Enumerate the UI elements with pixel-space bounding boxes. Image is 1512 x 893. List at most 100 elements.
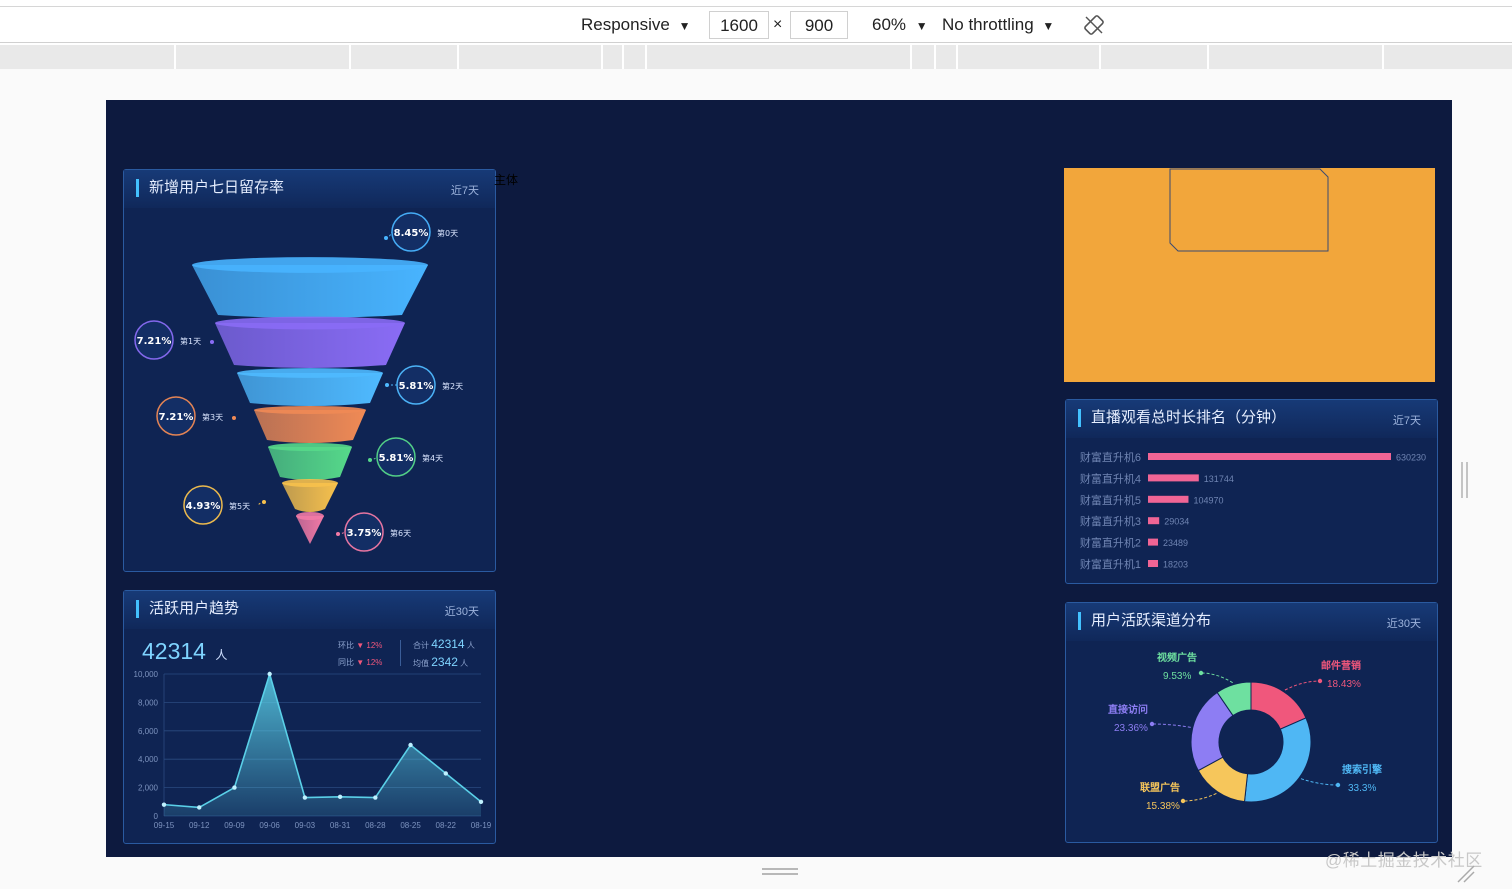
donut-value-0: 18.43%: [1327, 679, 1361, 690]
trend-x-tick: 09-06: [259, 821, 280, 830]
retention-day-1: 第1天: [180, 336, 201, 346]
trend-point: [232, 785, 237, 790]
trend-point: [267, 671, 272, 677]
funnel-layer-1: [215, 323, 405, 368]
rotate-icon[interactable]: [1083, 13, 1107, 37]
retention-rate-2: 5.81%: [399, 381, 434, 392]
trend-x-tick: 08-19: [471, 821, 492, 830]
donut-leader-0: [1284, 680, 1321, 691]
donut-leader-2: [1182, 792, 1217, 802]
donut-value-4: 9.53%: [1163, 671, 1191, 682]
media-query-bar[interactable]: [0, 45, 1512, 69]
rank-value-label: 23489: [1163, 538, 1188, 548]
trend-x-tick: 09-12: [189, 821, 210, 830]
donut-leader-dot-0: [1317, 678, 1323, 684]
donut-leader-3: [1151, 723, 1191, 728]
rank-value-label: 104970: [1193, 495, 1223, 505]
retention-day-0: 第0天: [437, 228, 458, 238]
throttling-select-label: No throttling: [942, 15, 1034, 34]
trend-point: [443, 771, 448, 776]
donut-leader-dot-4: [1198, 670, 1204, 676]
funnel-layer-top-1: [215, 316, 405, 330]
donut-slice-1: [1243, 717, 1312, 803]
trend-x-tick: 08-25: [400, 821, 421, 830]
retention-day-6: 第6天: [390, 528, 411, 538]
width-input[interactable]: 1600: [709, 11, 769, 39]
retention-leader-dot-3: [232, 416, 236, 420]
funnel-layer-top-6: [296, 512, 324, 520]
retention-rate-4: 5.81%: [379, 453, 414, 464]
device-select[interactable]: Responsive ▼: [581, 7, 690, 43]
placeholder-block: [1064, 168, 1435, 382]
donut-label-4: 视频广告: [1157, 651, 1197, 664]
retention-leader-dot-4: [368, 458, 372, 462]
throttling-select[interactable]: No throttling ▼: [942, 7, 1054, 43]
rank-value-label: 29034: [1164, 517, 1189, 527]
funnel-layer-0: [192, 265, 428, 318]
trend-x-tick: 08-28: [365, 821, 386, 830]
rank-category-label: 财富直升机5: [1080, 493, 1141, 507]
rank-bar: [1148, 517, 1160, 525]
channel-donut-chart: 邮件营销 18.43% 搜索引擎 33.3% 联盟广告 15.38% 直接访问 23.36% 视…: [1108, 651, 1382, 812]
rank-category-label: 财富直升机6: [1080, 450, 1141, 464]
ranking-panel: 直播观看总时长排名（分钟） 近7天 财富直升机6 630230 财富直升机4 1317…: [1065, 399, 1438, 584]
rank-bar: [1148, 453, 1391, 460]
trend-y-tick: 2,000: [138, 784, 159, 793]
retention-leader-dot-6: [336, 532, 340, 536]
trend-panel: 活跃用户趋势 近30天 42314 人 环比 ▼ 12% 同比 ▼ 12% 合计…: [123, 590, 496, 844]
funnel-layer-top-0: [192, 257, 428, 273]
zoom-select[interactable]: 60% ▼: [872, 7, 928, 43]
funnel-layer-top-3: [254, 406, 366, 414]
chevron-down-icon: ▼: [915, 19, 928, 33]
trend-point: [161, 802, 167, 807]
trend-y-tick: 6,000: [138, 727, 159, 736]
trend-area-chart: 0 2,000 4,000 6,000 8,000 10,000 09-15 09-12 09-…: [134, 670, 492, 830]
resize-handle-bottom[interactable]: [762, 868, 798, 875]
browser-window: Responsive ▼ 1600 × 900 60% ▼ No throttl…: [0, 0, 1512, 893]
resize-corner-icon[interactable]: [1456, 864, 1476, 884]
donut-label-3: 直接访问: [1108, 703, 1148, 716]
donut-label-2: 联盟广告: [1140, 781, 1180, 794]
height-input[interactable]: 900: [790, 11, 848, 39]
rank-category-label: 财富直升机2: [1080, 536, 1141, 550]
donut-value-3: 23.36%: [1114, 723, 1148, 734]
retention-rate-0: 8.45%: [394, 228, 429, 239]
retention-rate-6: 3.75%: [347, 528, 382, 539]
trend-y-tick: 10,000: [134, 670, 159, 679]
retention-leader-dot-2: [385, 383, 389, 387]
rank-bar: [1148, 474, 1199, 482]
funnel-layer-6: [296, 516, 324, 547]
rank-category-label: 财富直升机3: [1080, 514, 1141, 528]
placeholder-outline: [1169, 168, 1329, 252]
trend-point: [408, 742, 413, 748]
trend-x-tick: 09-15: [154, 821, 175, 830]
retention-day-4: 第4天: [422, 453, 443, 463]
stray-label: 主体: [494, 173, 519, 187]
trend-point: [337, 794, 343, 800]
funnel-layer-2: [237, 373, 383, 406]
retention-day-2: 第2天: [442, 381, 463, 391]
funnel-layer-top-5: [282, 479, 338, 487]
resize-handle-right[interactable]: [1461, 462, 1468, 498]
trend-x-tick: 09-09: [224, 821, 245, 830]
donut-label-1: 搜索引擎: [1342, 763, 1382, 776]
trend-point: [302, 795, 308, 800]
retention-leader-dot-0: [384, 236, 388, 240]
rank-category-label: 财富直升机1: [1080, 557, 1141, 571]
trend-y-tick: 4,000: [138, 755, 159, 764]
donut-leader-1: [1300, 778, 1339, 786]
retention-panel: 新增用户七日留存率 近7天 8.45% 第0天 7.21% 第1天 5.81% 第2天 7.…: [123, 169, 496, 572]
donut-leader-4: [1200, 672, 1233, 684]
funnel-layer-4: [268, 447, 352, 480]
trend-point: [373, 795, 378, 800]
retention-leader-dot-1: [210, 340, 214, 344]
trend-point: [197, 805, 202, 810]
retention-rate-5: 4.93%: [186, 501, 221, 512]
retention-funnel-chart: 8.45% 第0天 7.21% 第1天 5.81% 第2天 7.21% 第3天 5.81% 第4天…: [134, 212, 463, 552]
trend-area: [164, 674, 481, 816]
rank-bar: [1148, 538, 1158, 546]
trend-y-tick: 8,000: [138, 698, 159, 707]
trend-x-tick: 09-03: [295, 821, 316, 830]
channel-panel: 用户活跃渠道分布 近30天 邮件营销 18.43% 搜索引擎 33.3% 联盟广告 15.…: [1065, 602, 1438, 843]
rank-value-label: 131744: [1204, 474, 1234, 484]
